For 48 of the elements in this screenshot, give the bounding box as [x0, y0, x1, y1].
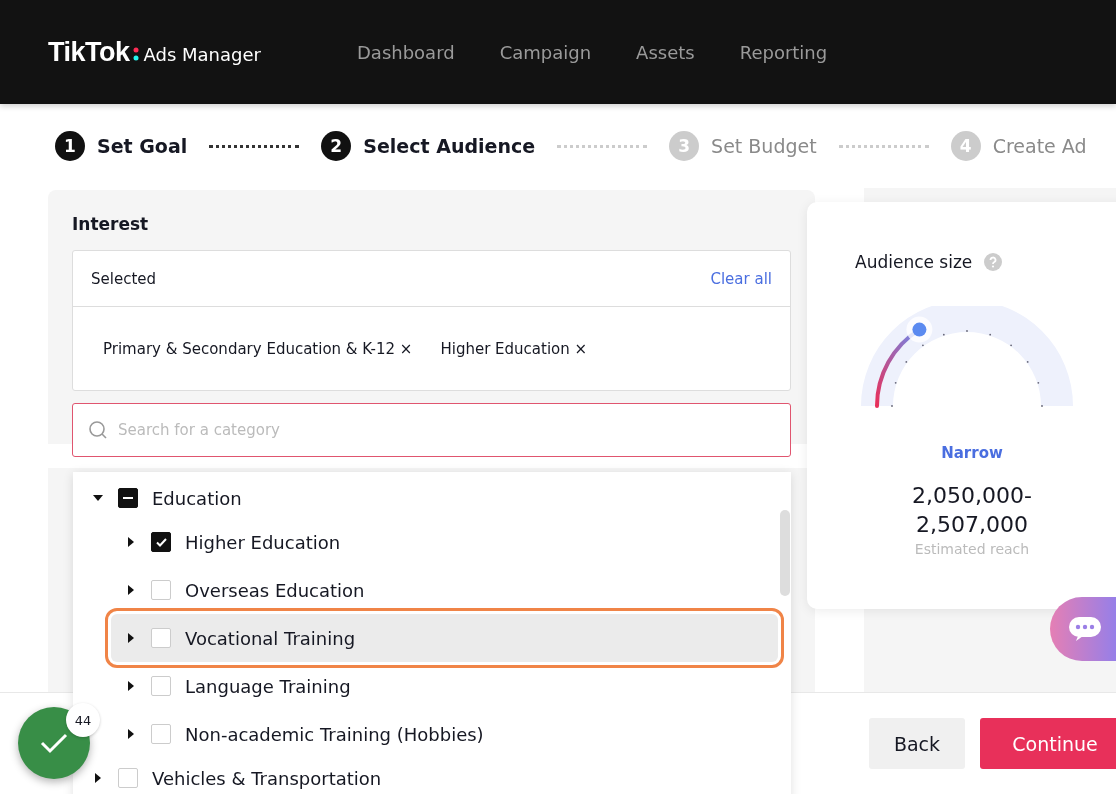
category-label: Higher Education	[185, 531, 341, 553]
search-field[interactable]: Search for a category	[72, 403, 791, 457]
category-label: Vocational Training	[185, 627, 356, 649]
tree-row[interactable]: Vehicles & Transportation	[92, 758, 791, 794]
tree-row[interactable]: Overseas Education	[111, 566, 778, 614]
nav-link[interactable]: Assets	[636, 41, 695, 63]
check-mark-icon	[155, 537, 167, 547]
selected-label: Selected	[91, 269, 157, 288]
audience-title: Audience size	[855, 252, 973, 272]
category-label: Language Training	[185, 675, 351, 697]
chat-button[interactable]	[1050, 597, 1116, 661]
category-label: Non-academic Training (Hobbies)	[185, 723, 484, 745]
reach-label: Estimated reach	[914, 541, 1030, 558]
remove-tag-button[interactable]: ×	[399, 339, 413, 358]
remove-tag-button[interactable]: ×	[574, 339, 588, 358]
step-number: 2	[321, 131, 352, 161]
step-label: Set Goal	[97, 135, 188, 157]
checkbox[interactable]	[151, 532, 171, 552]
section-title: Interest	[72, 214, 150, 234]
nav-link[interactable]: Dashboard	[357, 41, 455, 63]
product-name: Ads Manager	[143, 43, 261, 65]
step-label: Create Ad	[992, 135, 1087, 157]
reach-value: 2,050,000-2,507,000	[911, 482, 1033, 539]
tree-row[interactable]: Non-academic Training (Hobbies)	[111, 710, 778, 758]
step-label: Select Audience	[363, 135, 536, 157]
nav-link[interactable]: Reporting	[739, 41, 828, 63]
category-label: Education	[152, 487, 242, 509]
step-label: Set Budget	[711, 135, 817, 157]
continue-button[interactable]: Continue	[980, 718, 1116, 769]
category-label: Overseas Education	[185, 579, 365, 601]
interest-tag: Higher Education	[440, 339, 570, 358]
category-label: Vehicles & Transportation	[152, 767, 382, 789]
clear-all-link[interactable]: Clear all	[710, 269, 772, 288]
tree-row[interactable]: Education	[92, 478, 791, 518]
check-icon	[39, 732, 69, 754]
checkbox[interactable]	[118, 488, 138, 508]
logo[interactable]: TikTok	[48, 36, 130, 68]
tree-row[interactable]: Higher Education	[111, 518, 778, 566]
back-button[interactable]: Back	[869, 718, 965, 769]
logo-dots-icon	[132, 45, 139, 62]
step-number: 1	[55, 131, 85, 161]
scrollbar[interactable]	[780, 510, 790, 596]
interest-tag: Primary & Secondary Education & K-12	[103, 339, 396, 358]
nav-link[interactable]: Campaign	[499, 41, 592, 63]
audience-rating: Narrow	[941, 444, 1003, 462]
chat-icon	[1068, 616, 1102, 642]
minus-icon	[123, 497, 133, 499]
tree-row[interactable]: Language Training	[111, 662, 778, 710]
